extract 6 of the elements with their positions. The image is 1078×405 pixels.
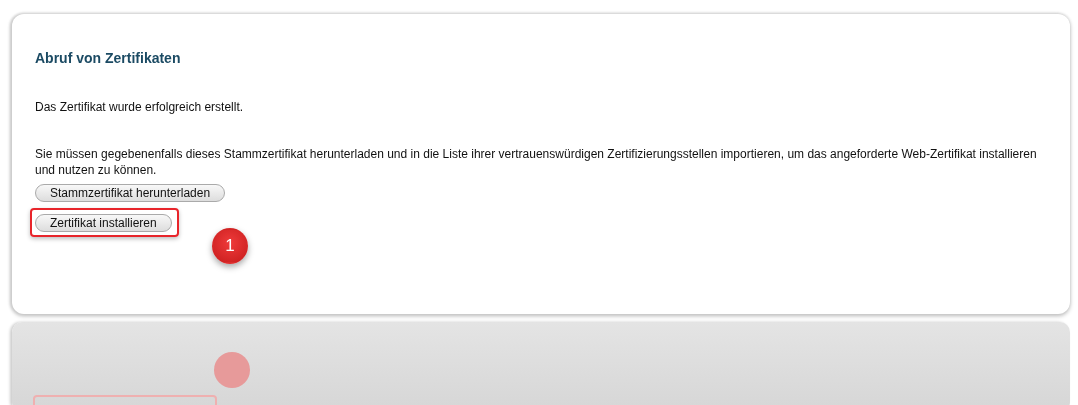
instruction-text: Sie müssen gegebenenfalls dieses Stammzertifikat herunterladen und in die Liste ihrer vertrauenswürdigen Zertifizierungsstellen importieren, um das angeforderte Web-Zertifikat installieren und nutzen zu können. (35, 146, 1038, 178)
action-button[interactable]: Stammzertifikat herunterladen (35, 184, 226, 202)
action-button[interactable]: Zertifikat installieren (35, 214, 172, 232)
panel-title: Abruf von Zertifikaten (35, 50, 182, 66)
success-message: Das Zertifikat wurde erfolgreich erstellt. (35, 100, 245, 114)
step-badge: 1 (212, 228, 248, 264)
